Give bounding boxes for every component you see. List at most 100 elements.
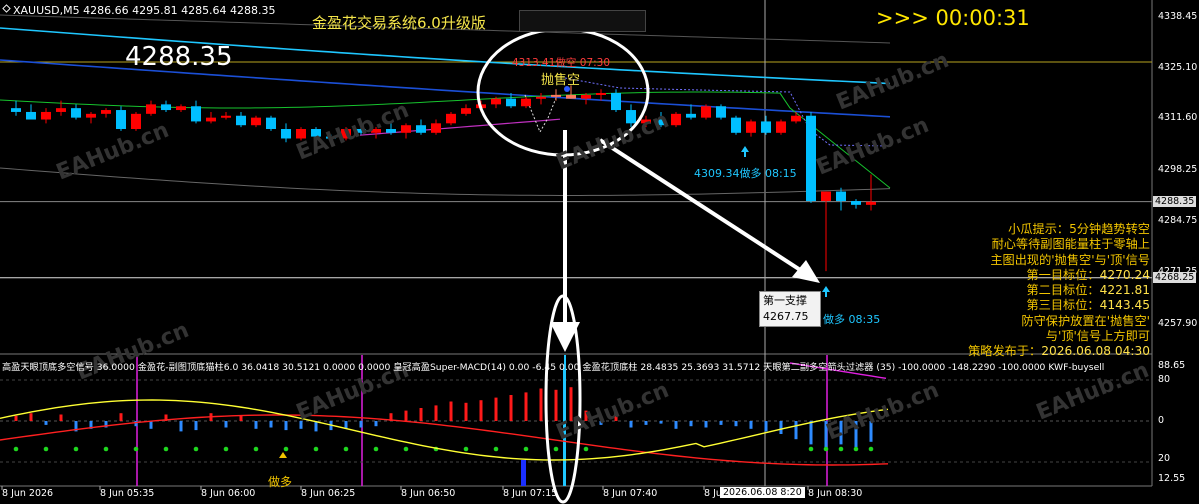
sell-label: 4313.41做空 07:30 — [512, 57, 611, 69]
candle-body — [686, 113, 696, 118]
signal-dot — [223, 446, 229, 452]
tip-line: 防守保护放置在'抛售空' — [1021, 313, 1150, 328]
tip-line: 主图出现的'抛售空'与'顶'信号 — [990, 252, 1150, 267]
macd-bar — [434, 405, 438, 421]
candle-body — [746, 121, 756, 133]
candle-body — [536, 96, 546, 99]
candle-body — [791, 115, 801, 122]
macd-bar — [659, 421, 663, 424]
candle-body — [206, 117, 216, 122]
buy-label-2: 做多 08:35 — [823, 313, 881, 326]
candle-body — [821, 191, 831, 202]
time-tick: 8 Jun 08:30 — [808, 488, 863, 499]
candle-body — [221, 115, 231, 118]
macd-bar — [539, 388, 543, 421]
signal-dot — [193, 446, 199, 452]
macd-bar — [629, 421, 633, 428]
candle-body — [566, 94, 576, 99]
sub-buy-arrow-icon — [279, 452, 287, 458]
target-label: 第二目标位： — [1026, 283, 1100, 298]
macd-bar — [194, 421, 198, 431]
macd-bar — [419, 408, 423, 421]
candle-body — [491, 98, 501, 105]
candle-body — [11, 108, 21, 112]
system-title: 金盈花交易系统6.0升级版 — [312, 14, 486, 32]
current-price-big: 4288.35 — [125, 42, 233, 72]
sell-signal-label: 抛售空 — [541, 73, 581, 88]
watermark-text: EAHub.cn — [813, 113, 933, 181]
signal-dot — [73, 446, 79, 452]
candle-body — [176, 106, 186, 111]
indicator-header: 高盈天眼顶底多空信号 36.0000 金盈花-副图顶底猫柱6.0 36.0418… — [2, 362, 1105, 373]
release-label: 策略发布于： — [968, 344, 1042, 359]
candle-body — [506, 98, 516, 107]
candle-body — [416, 125, 426, 133]
macd-bar — [254, 421, 258, 429]
price-tick: 4311.60 — [1158, 112, 1198, 123]
strategy-tip-panel: 小瓜提示：5分钟趋势转空 耐心等待副图能量柱于零轴上 主图出现的'抛售空'与'顶… — [968, 222, 1150, 360]
watermark-text: EAHub.cn — [553, 108, 673, 176]
time-tick: 8 Jun 06:00 — [201, 488, 256, 499]
macd-bar — [269, 421, 273, 428]
macd-bar — [689, 421, 693, 427]
macd-bar — [749, 421, 753, 429]
signal-dot — [808, 446, 814, 452]
price-tick: 4284.75 — [1158, 215, 1198, 226]
target-label: 第一目标位： — [1026, 267, 1100, 282]
macd-bar — [494, 397, 498, 421]
candle-body — [251, 117, 261, 126]
price-tick: 4298.25 — [1158, 164, 1198, 175]
macd-bar — [29, 413, 33, 421]
candle-body — [716, 106, 726, 118]
time-tick: 8 Jun 05:35 — [100, 488, 155, 499]
candle-body — [56, 108, 66, 112]
candle-body — [701, 106, 711, 118]
signal-dot — [838, 446, 844, 452]
macd-bar — [464, 402, 468, 421]
macd-bar — [764, 421, 768, 432]
title-input-box[interactable] — [519, 10, 646, 32]
symbol-info: XAUUSD,M5 4286.66 4295.81 4285.64 4288.3… — [13, 4, 276, 17]
macd-bar — [524, 392, 528, 421]
target-value: 4270.24 — [1099, 267, 1150, 282]
signal-dot — [523, 446, 529, 452]
signal-dot — [853, 446, 859, 452]
price-tick: 4325.10 — [1158, 62, 1198, 73]
indicator-tick: 80 — [1158, 374, 1171, 385]
macd-bar — [179, 421, 183, 432]
time-tick: 8 Jun 06:50 — [401, 488, 456, 499]
signal-dot — [283, 446, 289, 452]
signal-dot — [103, 446, 109, 452]
candle-body — [26, 111, 36, 120]
signal-dot — [493, 446, 499, 452]
macd-bar — [794, 421, 798, 440]
time-tick: 8 Jun 06:25 — [301, 488, 356, 499]
candle-body — [446, 113, 456, 124]
signal-dot — [133, 446, 139, 452]
arrow-support-head-icon — [792, 260, 820, 283]
signal-dot — [553, 446, 559, 452]
candle-body — [281, 129, 291, 139]
time-tick: 8 Jun 2026 — [2, 488, 54, 499]
macd-bar — [239, 415, 243, 421]
support-title: 第一支撑 — [763, 294, 807, 307]
tip-line: 与'顶'信号上方即可 — [1045, 329, 1150, 344]
close-icon[interactable] — [2, 4, 11, 13]
time-cursor-label: 2026.06.08 8:20 — [720, 487, 805, 498]
volume-bar — [521, 460, 526, 486]
candle-body — [236, 115, 246, 126]
candle-body — [161, 104, 171, 111]
candle-body — [86, 113, 96, 118]
signal-dot — [163, 446, 169, 452]
watermark-text: EAHub.cn — [53, 118, 173, 186]
release-value: 2026.06.08 04:30 — [1041, 344, 1150, 359]
watermark-text: EAHub.cn — [823, 378, 943, 446]
signal-dot — [13, 446, 19, 452]
macd-bar — [359, 421, 363, 428]
support-tooltip: 第一支撑 4267.75 — [759, 291, 821, 327]
signal-dot — [313, 446, 319, 452]
signal-dot — [403, 446, 409, 452]
buy-arrow-icon — [741, 146, 749, 157]
release-line: 策略发布于：2026.06.08 04:30 — [968, 344, 1150, 359]
target-2: 第二目标位：4221.81 — [968, 283, 1150, 298]
